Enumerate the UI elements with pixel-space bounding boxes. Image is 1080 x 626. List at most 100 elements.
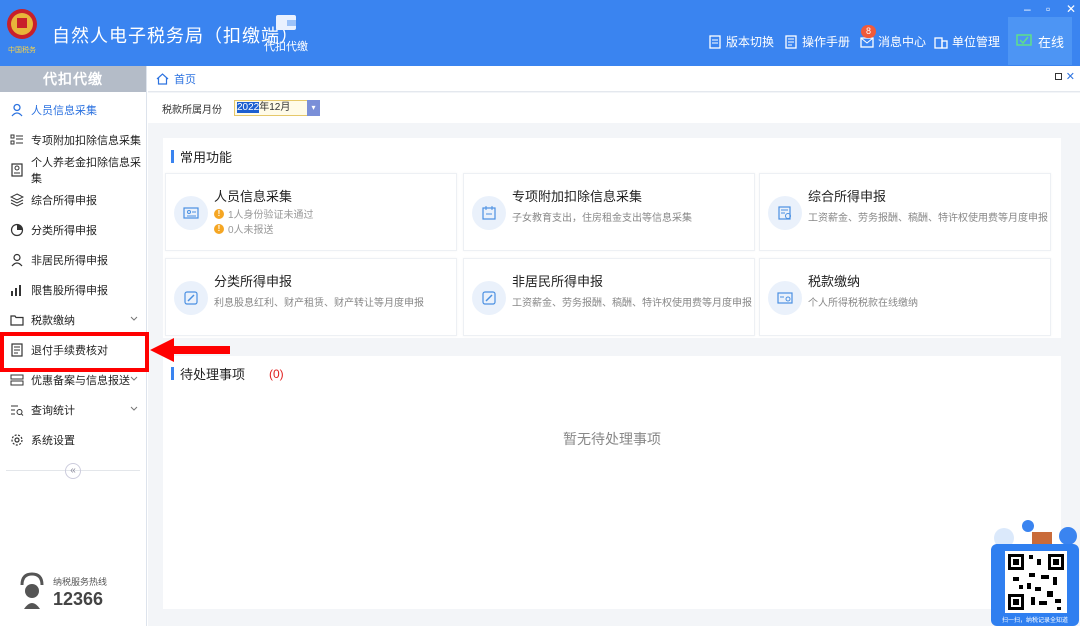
sidebar-item-nonresident-income[interactable]: 非居民所得申报: [0, 245, 146, 275]
app-header: 中国税务 自然人电子税务局（扣缴端） 代扣代缴 – ▫ ✕ 版本切换 操作手册 …: [0, 0, 1080, 66]
list-icon: [10, 134, 23, 145]
tab-label: 代扣代缴: [264, 41, 308, 53]
period-year: 2022: [237, 102, 260, 113]
bar-chart-icon: [11, 285, 21, 296]
breadcrumb: 首页 ✕: [148, 66, 1080, 92]
card-desc: 工资薪金、劳务报酬、稿酬、特许权使用费等月度申报: [512, 298, 752, 309]
pending-count: (0): [269, 366, 284, 381]
edit-icon: [174, 281, 208, 315]
card-title: 分类所得申报: [214, 274, 293, 289]
card-title: 税款缴纳: [808, 274, 861, 289]
period-bar: 税款所属月份 2022年12月 ▾: [148, 93, 1080, 123]
qr-panel: 扫一扫，纳税记录全知道: [991, 544, 1079, 626]
gear-icon: [11, 434, 23, 446]
card-desc: 工资薪金、劳务报酬、稿酬、特许权使用费等月度申报: [808, 213, 1048, 224]
folder-icon: [10, 315, 24, 326]
collapse-sidebar-button[interactable]: «: [65, 463, 81, 479]
form-icon: [768, 196, 802, 230]
restore-button[interactable]: ▫: [1046, 2, 1050, 16]
breadcrumb-home[interactable]: 首页: [174, 71, 196, 87]
manual-icon: [785, 34, 797, 49]
card-special-deduction[interactable]: 专项附加扣除信息采集 子女教育支出，住房租金支出等信息采集: [463, 173, 755, 251]
card-desc: 个人所得税税款在线缴纳: [808, 298, 918, 309]
minimize-button[interactable]: –: [1024, 2, 1031, 16]
pie-icon: [10, 223, 24, 237]
card-nonresident-income[interactable]: 非居民所得申报 工资薪金、劳务报酬、稿酬、特许权使用费等月度申报: [463, 258, 755, 336]
layers-icon: [10, 193, 24, 207]
sidebar-item-restricted-shares[interactable]: 限售股所得申报: [0, 275, 146, 305]
headset-icon: [20, 572, 44, 609]
home-icon: [156, 72, 169, 85]
card-person-info[interactable]: 人员信息采集 ! 1人身份验证未通过 ! 0人未报送: [165, 173, 457, 251]
tab-withholding[interactable]: 代扣代缴: [262, 12, 310, 54]
person-card-icon: [174, 196, 208, 230]
sidebar-title: 代扣代缴: [0, 66, 146, 92]
close-panel-button[interactable]: ✕: [1066, 70, 1075, 83]
chevron-down-icon: [130, 316, 138, 321]
sidebar-item-tax-payment[interactable]: 税款缴纳: [0, 305, 146, 335]
online-status[interactable]: 在线: [1008, 17, 1072, 65]
building-icon: [934, 36, 948, 49]
sidebar-item-classified-income[interactable]: 分类所得申报: [0, 215, 146, 245]
common-functions-panel: 常用功能 人员信息采集 ! 1人身份验证未通过 ! 0人未报送 专项附加扣除信息采集…: [163, 138, 1061, 338]
tax-emblem-logo: 中国税务: [7, 9, 37, 54]
card-tax-payment[interactable]: 税款缴纳 个人所得税税款在线缴纳: [759, 258, 1051, 336]
qr-code: [1005, 551, 1067, 613]
card-title: 非居民所得申报: [512, 274, 604, 289]
person-icon: [11, 103, 23, 117]
sidebar-item-query-stats[interactable]: 查询统计: [0, 395, 146, 425]
sidebar-item-system-settings[interactable]: 系统设置: [0, 425, 146, 455]
id-card-icon: [11, 163, 23, 177]
sidebar-item-special-deduction[interactable]: 专项附加扣除信息采集: [0, 125, 146, 155]
qr-widget[interactable]: 扫一扫，纳税记录全知道: [988, 518, 1080, 626]
version-switch-link[interactable]: 版本切换: [708, 33, 774, 50]
doc-icon: [709, 34, 721, 49]
status-label: 在线: [1037, 34, 1064, 50]
hotline-number: 12366: [53, 589, 104, 609]
card-title: 专项附加扣除信息采集: [512, 189, 643, 204]
sidebar-item-person-info[interactable]: 人员信息采集: [0, 95, 146, 125]
monitor-check-icon: [1016, 34, 1032, 46]
wallet-icon: [276, 15, 296, 30]
period-dropdown-button[interactable]: ▾: [307, 100, 320, 116]
stack-icon: [10, 374, 24, 386]
highlight-box: [0, 332, 149, 372]
svg-text:中国税务: 中国税务: [8, 45, 36, 54]
pending-empty-text: 暂无待处理事项: [563, 431, 661, 447]
card-classified-income[interactable]: 分类所得申报 利息股息红利、财产租赁、财产转让等月度申报: [165, 258, 457, 336]
sidebar-item-pension-deduction[interactable]: 个人养老金扣除信息采集: [0, 155, 146, 185]
warning-icon: !: [214, 208, 224, 219]
warning-icon: !: [214, 223, 224, 234]
card-comprehensive-income[interactable]: 综合所得申报 工资薪金、劳务报酬、稿酬、特许权使用费等月度申报: [759, 173, 1051, 251]
period-select[interactable]: 2022年12月 ▾: [234, 100, 320, 116]
period-month: 年12月: [259, 102, 291, 113]
maximize-panel-button[interactable]: [1055, 73, 1062, 80]
hotline-label: 纳税服务热线: [53, 577, 108, 587]
pending-panel: 待处理事项 (0) 暂无待处理事项: [163, 356, 1061, 609]
main-content: 首页 ✕ 税款所属月份 2022年12月 ▾ 常用功能 人员信息采集 ! 1人身份…: [148, 66, 1080, 626]
common-functions-title: 常用功能: [171, 147, 232, 166]
message-badge: 8: [861, 25, 876, 38]
card-title: 人员信息采集: [214, 189, 293, 204]
sidebar-item-comprehensive-income[interactable]: 综合所得申报: [0, 185, 146, 215]
period-label: 税款所属月份: [162, 104, 222, 116]
search-list-icon: [11, 405, 24, 416]
close-button[interactable]: ✕: [1066, 2, 1076, 16]
chevron-down-icon: [130, 376, 138, 381]
card-title: 综合所得申报: [808, 189, 887, 204]
payment-icon: [768, 281, 802, 315]
hotline-block: 纳税服务热线 12366: [16, 571, 126, 615]
red-arrow-annotation: [150, 338, 230, 362]
card-warning-line: ! 0人未报送: [214, 221, 274, 236]
calendar-icon: [472, 196, 506, 230]
manual-link[interactable]: 操作手册: [784, 33, 850, 50]
chevron-down-icon: [130, 406, 138, 411]
card-desc: 利息股息红利、财产租赁、财产转让等月度申报: [214, 298, 424, 309]
card-warning-line: ! 1人身份验证未通过: [214, 206, 314, 221]
unit-management-link[interactable]: 单位管理: [934, 33, 1000, 50]
user-icon: [11, 253, 23, 267]
edit-icon: [472, 281, 506, 315]
pending-title: 待处理事项 (0): [171, 364, 284, 383]
card-desc: 子女教育支出，住房租金支出等信息采集: [512, 213, 692, 224]
qr-caption: 扫一扫，纳税记录全知道: [1001, 618, 1068, 624]
